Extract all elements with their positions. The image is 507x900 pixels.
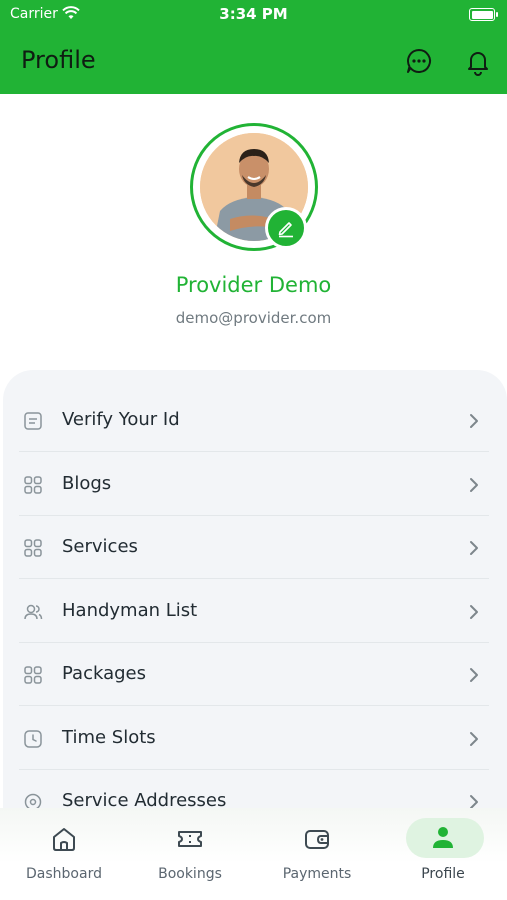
nav-bookings[interactable]: Bookings bbox=[127, 808, 253, 900]
profile-email: demo@provider.com bbox=[175, 309, 332, 327]
menu-item-label: Services bbox=[62, 536, 138, 557]
notification-bell-icon[interactable] bbox=[462, 46, 494, 78]
chevron-right-icon bbox=[467, 412, 481, 430]
settings-menu: Verify Your Id Blogs Services Handyman L… bbox=[3, 370, 507, 830]
menu-item-label: Verify Your Id bbox=[62, 409, 180, 430]
battery-icon bbox=[469, 8, 498, 21]
page-title: Profile bbox=[21, 46, 96, 74]
app-bar: Profile bbox=[0, 30, 507, 94]
menu-item-label: Packages bbox=[62, 663, 146, 684]
menu-item-time-slots[interactable]: Time Slots bbox=[19, 707, 489, 770]
grid-icon bbox=[22, 537, 44, 559]
status-bar: Carrier 3:34 PM bbox=[0, 0, 507, 30]
chevron-right-icon bbox=[467, 603, 481, 621]
grid-icon bbox=[22, 474, 44, 496]
nav-label: Payments bbox=[282, 866, 352, 882]
nav-label: Dashboard bbox=[26, 866, 102, 882]
menu-item-packages[interactable]: Packages bbox=[19, 643, 489, 706]
nav-label: Bookings bbox=[158, 866, 222, 882]
menu-item-services[interactable]: Services bbox=[19, 516, 489, 579]
menu-item-handyman-list[interactable]: Handyman List bbox=[19, 580, 489, 643]
nav-label: Profile bbox=[421, 866, 465, 882]
menu-item-label: Handyman List bbox=[62, 600, 198, 621]
clock: 3:34 PM bbox=[219, 5, 288, 23]
pencil-icon bbox=[278, 222, 293, 238]
nav-dashboard[interactable]: Dashboard bbox=[1, 808, 127, 900]
menu-item-label: Time Slots bbox=[62, 727, 156, 748]
nav-profile[interactable]: Profile bbox=[380, 808, 506, 900]
chevron-right-icon bbox=[467, 730, 481, 748]
menu-item-label: Blogs bbox=[62, 473, 112, 494]
chevron-right-icon bbox=[467, 539, 481, 557]
chevron-right-icon bbox=[467, 476, 481, 494]
users-icon bbox=[22, 601, 44, 623]
edit-avatar-button[interactable] bbox=[265, 207, 307, 249]
grid-icon bbox=[22, 664, 44, 686]
chat-icon[interactable] bbox=[404, 46, 434, 76]
menu-item-verify-id[interactable]: Verify Your Id bbox=[19, 389, 489, 452]
chevron-right-icon bbox=[467, 666, 481, 684]
clock-icon bbox=[22, 728, 44, 750]
ticket-icon bbox=[175, 824, 205, 854]
nav-payments[interactable]: Payments bbox=[254, 808, 380, 900]
menu-item-blogs[interactable]: Blogs bbox=[19, 453, 489, 516]
wallet-icon bbox=[302, 824, 332, 854]
bottom-navigation: Dashboard Bookings Payments Profile bbox=[0, 808, 507, 900]
home-icon bbox=[49, 824, 79, 854]
profile-name: Provider Demo bbox=[175, 273, 332, 297]
id-document-icon bbox=[22, 410, 44, 432]
person-icon bbox=[430, 823, 460, 853]
